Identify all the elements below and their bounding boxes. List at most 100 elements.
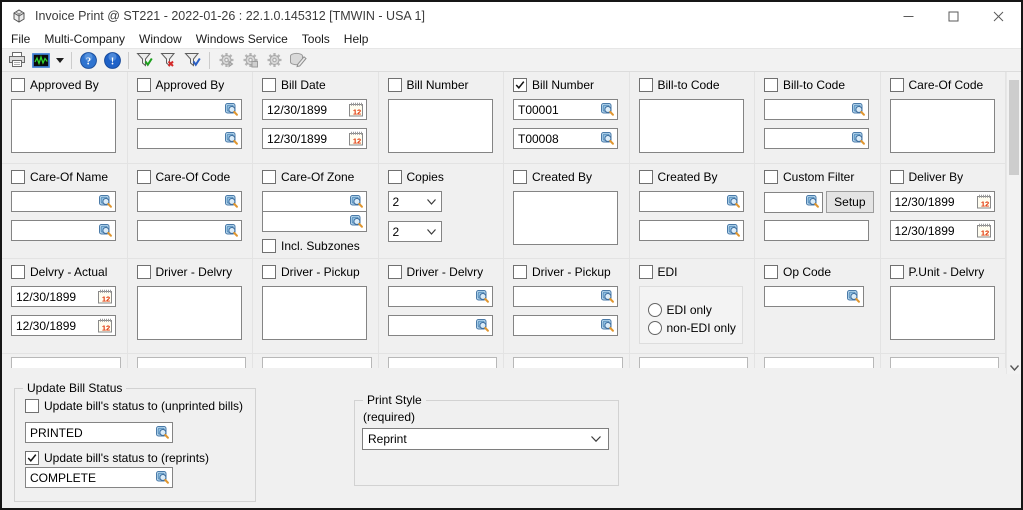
date-input[interactable]: 12/30/189912 xyxy=(262,128,367,149)
list-box[interactable] xyxy=(513,191,618,245)
lookup-button[interactable] xyxy=(99,195,113,209)
date-input[interactable]: 12/30/189912 xyxy=(890,220,995,241)
checkbox-custom-filter[interactable] xyxy=(764,170,778,184)
lookup-button[interactable] xyxy=(225,103,239,117)
calendar-button[interactable]: 12 xyxy=(976,194,992,209)
lookup-input[interactable] xyxy=(137,128,242,149)
lookup-button[interactable] xyxy=(847,290,861,304)
checkbox-driver-delvry[interactable] xyxy=(388,265,402,279)
vertical-scrollbar[interactable] xyxy=(1006,72,1021,374)
reprints-status-input[interactable]: COMPLETE xyxy=(25,467,173,488)
checkbox-care-of-name[interactable] xyxy=(11,170,25,184)
checkbox-driver-pickup[interactable] xyxy=(513,265,527,279)
print-button-icon[interactable] xyxy=(5,50,29,71)
lookup-button[interactable] xyxy=(156,471,170,485)
checkbox-approved-by[interactable] xyxy=(137,78,151,92)
menu-item-tools[interactable]: Tools xyxy=(295,32,337,46)
list-box[interactable] xyxy=(388,99,493,153)
lookup-input[interactable] xyxy=(137,99,242,120)
lookup-input[interactable] xyxy=(137,191,242,212)
lookup-input[interactable] xyxy=(262,211,367,232)
filter-apply-button-icon[interactable] xyxy=(133,50,157,71)
lookup-button[interactable] xyxy=(601,290,615,304)
report-style-dropdown-icon[interactable] xyxy=(53,50,67,71)
lookup-input[interactable] xyxy=(764,286,864,307)
checkbox-approved-by[interactable] xyxy=(11,78,25,92)
list-box[interactable] xyxy=(11,99,116,153)
filter-verify-button-icon[interactable] xyxy=(181,50,205,71)
screen-report-button-icon[interactable] xyxy=(29,50,53,71)
checkbox-care-of-zone[interactable] xyxy=(262,170,276,184)
scrollbar-thumb[interactable] xyxy=(1009,80,1019,175)
checkbox-p-unit-delvry[interactable] xyxy=(890,265,904,279)
calendar-button[interactable]: 12 xyxy=(97,318,113,333)
copies-select[interactable]: 2 xyxy=(388,221,442,242)
checkbox-edi[interactable] xyxy=(639,265,653,279)
lookup-button[interactable] xyxy=(852,132,866,146)
maximize-button[interactable] xyxy=(931,2,976,30)
list-box[interactable] xyxy=(639,99,744,153)
list-box[interactable] xyxy=(137,286,242,340)
menu-item-windows-service[interactable]: Windows Service xyxy=(189,32,295,46)
checkbox-care-of-code[interactable] xyxy=(890,78,904,92)
lookup-button[interactable] xyxy=(806,195,820,209)
radio-edi-only[interactable] xyxy=(648,303,662,317)
radio-non-edi-only[interactable] xyxy=(648,321,662,335)
checkbox-deliver-by[interactable] xyxy=(890,170,904,184)
lookup-button[interactable] xyxy=(156,426,170,440)
lookup-input[interactable] xyxy=(262,191,367,212)
lookup-input[interactable] xyxy=(513,315,618,336)
lookup-button[interactable] xyxy=(225,224,239,238)
lookup-button[interactable] xyxy=(601,103,615,117)
lookup-input[interactable] xyxy=(11,220,116,241)
date-input[interactable]: 12/30/189912 xyxy=(262,99,367,120)
scroll-down-arrow-icon[interactable] xyxy=(1007,365,1021,371)
lookup-button[interactable] xyxy=(727,195,741,209)
print-style-select[interactable]: Reprint xyxy=(362,428,609,450)
checkbox-bill-to-code[interactable] xyxy=(764,78,778,92)
checkbox-delvry-actual[interactable] xyxy=(11,265,25,279)
calendar-button[interactable]: 12 xyxy=(976,223,992,238)
checkbox-care-of-code[interactable] xyxy=(137,170,151,184)
lookup-button[interactable] xyxy=(601,132,615,146)
lookup-button[interactable] xyxy=(852,103,866,117)
checkbox-created-by[interactable] xyxy=(639,170,653,184)
date-input[interactable]: 12/30/189912 xyxy=(11,315,116,336)
checkbox-incl-subzones[interactable] xyxy=(262,239,276,253)
unprinted-status-checkbox[interactable] xyxy=(25,399,39,413)
copies-select[interactable]: 2 xyxy=(388,191,442,212)
checkbox-driver-delvry[interactable] xyxy=(137,265,151,279)
date-input[interactable]: 12/30/189912 xyxy=(890,191,995,212)
menu-item-file[interactable]: File xyxy=(4,32,37,46)
lookup-button[interactable] xyxy=(350,195,364,209)
lookup-input[interactable]: T00001 xyxy=(513,99,618,120)
filter-remove-button-icon[interactable] xyxy=(157,50,181,71)
lookup-button[interactable] xyxy=(99,224,113,238)
lookup-button[interactable] xyxy=(225,195,239,209)
menu-item-help[interactable]: Help xyxy=(337,32,376,46)
list-box[interactable] xyxy=(890,286,995,340)
about-button-icon[interactable]: ! xyxy=(100,50,124,71)
lookup-input[interactable] xyxy=(639,220,744,241)
lookup-button[interactable] xyxy=(727,224,741,238)
checkbox-bill-date[interactable] xyxy=(262,78,276,92)
lookup-input[interactable] xyxy=(764,192,823,213)
help-button-icon[interactable]: ? xyxy=(76,50,100,71)
checkbox-bill-number[interactable] xyxy=(513,78,527,92)
lookup-button[interactable] xyxy=(601,319,615,333)
lookup-input[interactable]: T00008 xyxy=(513,128,618,149)
checkbox-driver-pickup[interactable] xyxy=(262,265,276,279)
list-box[interactable] xyxy=(890,99,995,153)
menu-item-multi-company[interactable]: Multi-Company xyxy=(37,32,132,46)
lookup-button[interactable] xyxy=(476,319,490,333)
menu-item-window[interactable]: Window xyxy=(132,32,189,46)
checkbox-created-by[interactable] xyxy=(513,170,527,184)
lookup-input[interactable] xyxy=(513,286,618,307)
calendar-button[interactable]: 12 xyxy=(348,102,364,117)
checkbox-copies[interactable] xyxy=(388,170,402,184)
lookup-input[interactable] xyxy=(639,191,744,212)
checkbox-op-code[interactable] xyxy=(764,265,778,279)
lookup-button[interactable] xyxy=(476,290,490,304)
calendar-button[interactable]: 12 xyxy=(97,289,113,304)
unprinted-status-input[interactable]: PRINTED xyxy=(25,422,173,443)
